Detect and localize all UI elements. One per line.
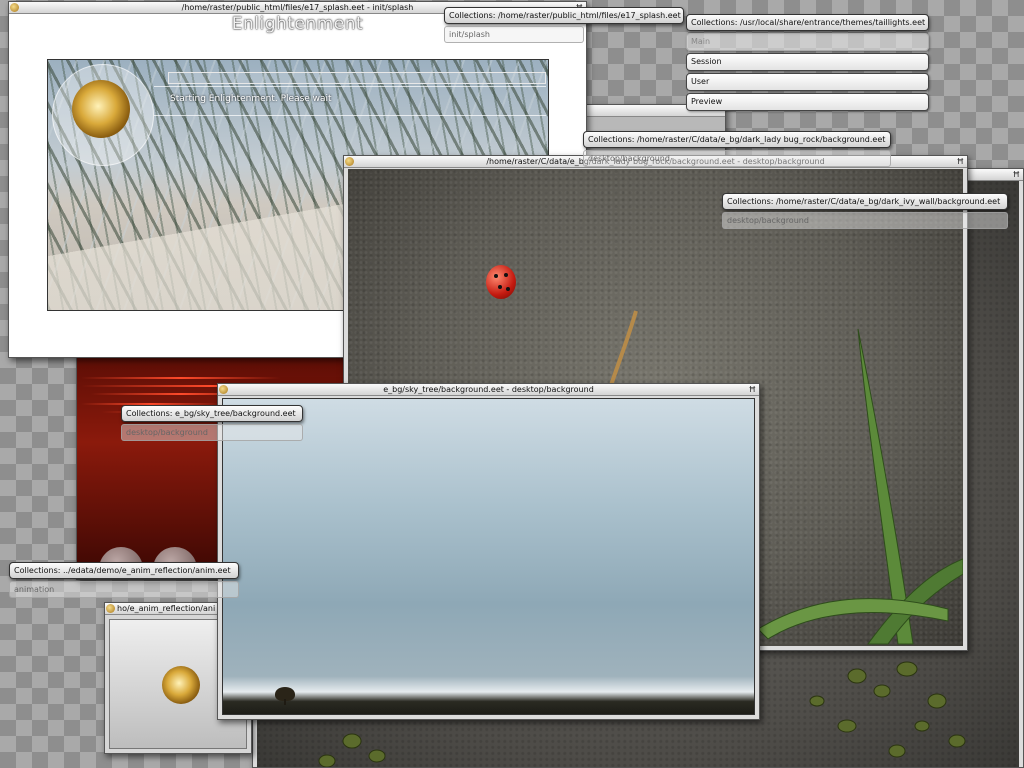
collection-item-session[interactable]: Session	[686, 53, 929, 71]
enlightenment-icon	[106, 604, 115, 613]
collection-anim-reflection[interactable]: Collections: ../edata/demo/e_anim_reflec…	[9, 562, 239, 598]
collection-ladybug-rock[interactable]: Collections: /home/raster/C/data/e_bg/da…	[583, 131, 891, 167]
maximize-icon[interactable]: Ħ	[957, 156, 964, 167]
maximize-icon[interactable]: Ħ	[1013, 169, 1020, 180]
splash-progress-bar	[168, 72, 546, 84]
enlightenment-icon	[219, 385, 228, 394]
collection-splash-eet[interactable]: Collections: /home/raster/public_html/fi…	[444, 7, 684, 43]
anim-window-title: ho/e_anim_reflection/ani	[117, 604, 216, 613]
splash-window-title: /home/raster/public_html/files/e17_splas…	[181, 3, 414, 12]
collection-item-desktop-background[interactable]: desktop/background	[583, 150, 891, 167]
collection-header[interactable]: Collections: /home/raster/C/data/e_bg/da…	[722, 193, 1008, 210]
collection-item-desktop-background[interactable]: desktop/background	[121, 424, 303, 441]
collection-taillights[interactable]: Collections: /usr/local/share/entrance/t…	[686, 14, 929, 111]
enlightenment-logo-icon	[72, 80, 130, 138]
collection-item-preview[interactable]: Preview	[686, 93, 929, 111]
collection-item-init-splash[interactable]: init/splash	[444, 26, 584, 43]
collection-header[interactable]: Collections: /home/raster/C/data/e_bg/da…	[583, 131, 891, 148]
enlightenment-icon	[345, 157, 354, 166]
collection-item-main[interactable]: Main	[686, 33, 929, 51]
collection-ivy-wall[interactable]: Collections: /home/raster/C/data/e_bg/da…	[722, 193, 1008, 229]
collection-header[interactable]: Collections: e_bg/sky_tree/background.ee…	[121, 405, 303, 422]
collection-item-user[interactable]: User	[686, 73, 929, 91]
collection-header[interactable]: Collections: /usr/local/share/entrance/t…	[686, 14, 929, 31]
splash-message-bar	[154, 86, 546, 116]
sky-tree-background	[222, 398, 755, 715]
sky-window-title: e_bg/sky_tree/background.eet - desktop/b…	[383, 385, 594, 394]
enlightenment-icon	[10, 3, 19, 12]
collection-item-desktop-background[interactable]: desktop/background	[722, 212, 1008, 229]
tree-trunk	[284, 699, 286, 705]
collection-item-animation[interactable]: animation	[9, 581, 239, 598]
maximize-icon[interactable]: Ħ	[749, 384, 756, 395]
enlightenment-logo-icon	[162, 666, 200, 704]
collection-header[interactable]: Collections: /home/raster/public_html/fi…	[444, 7, 684, 24]
collection-header[interactable]: Collections: ../edata/demo/e_anim_reflec…	[9, 562, 239, 579]
collection-sky-tree[interactable]: Collections: e_bg/sky_tree/background.ee…	[121, 405, 303, 441]
sky-titlebar[interactable]: e_bg/sky_tree/background.eet - desktop/b…	[218, 384, 759, 396]
